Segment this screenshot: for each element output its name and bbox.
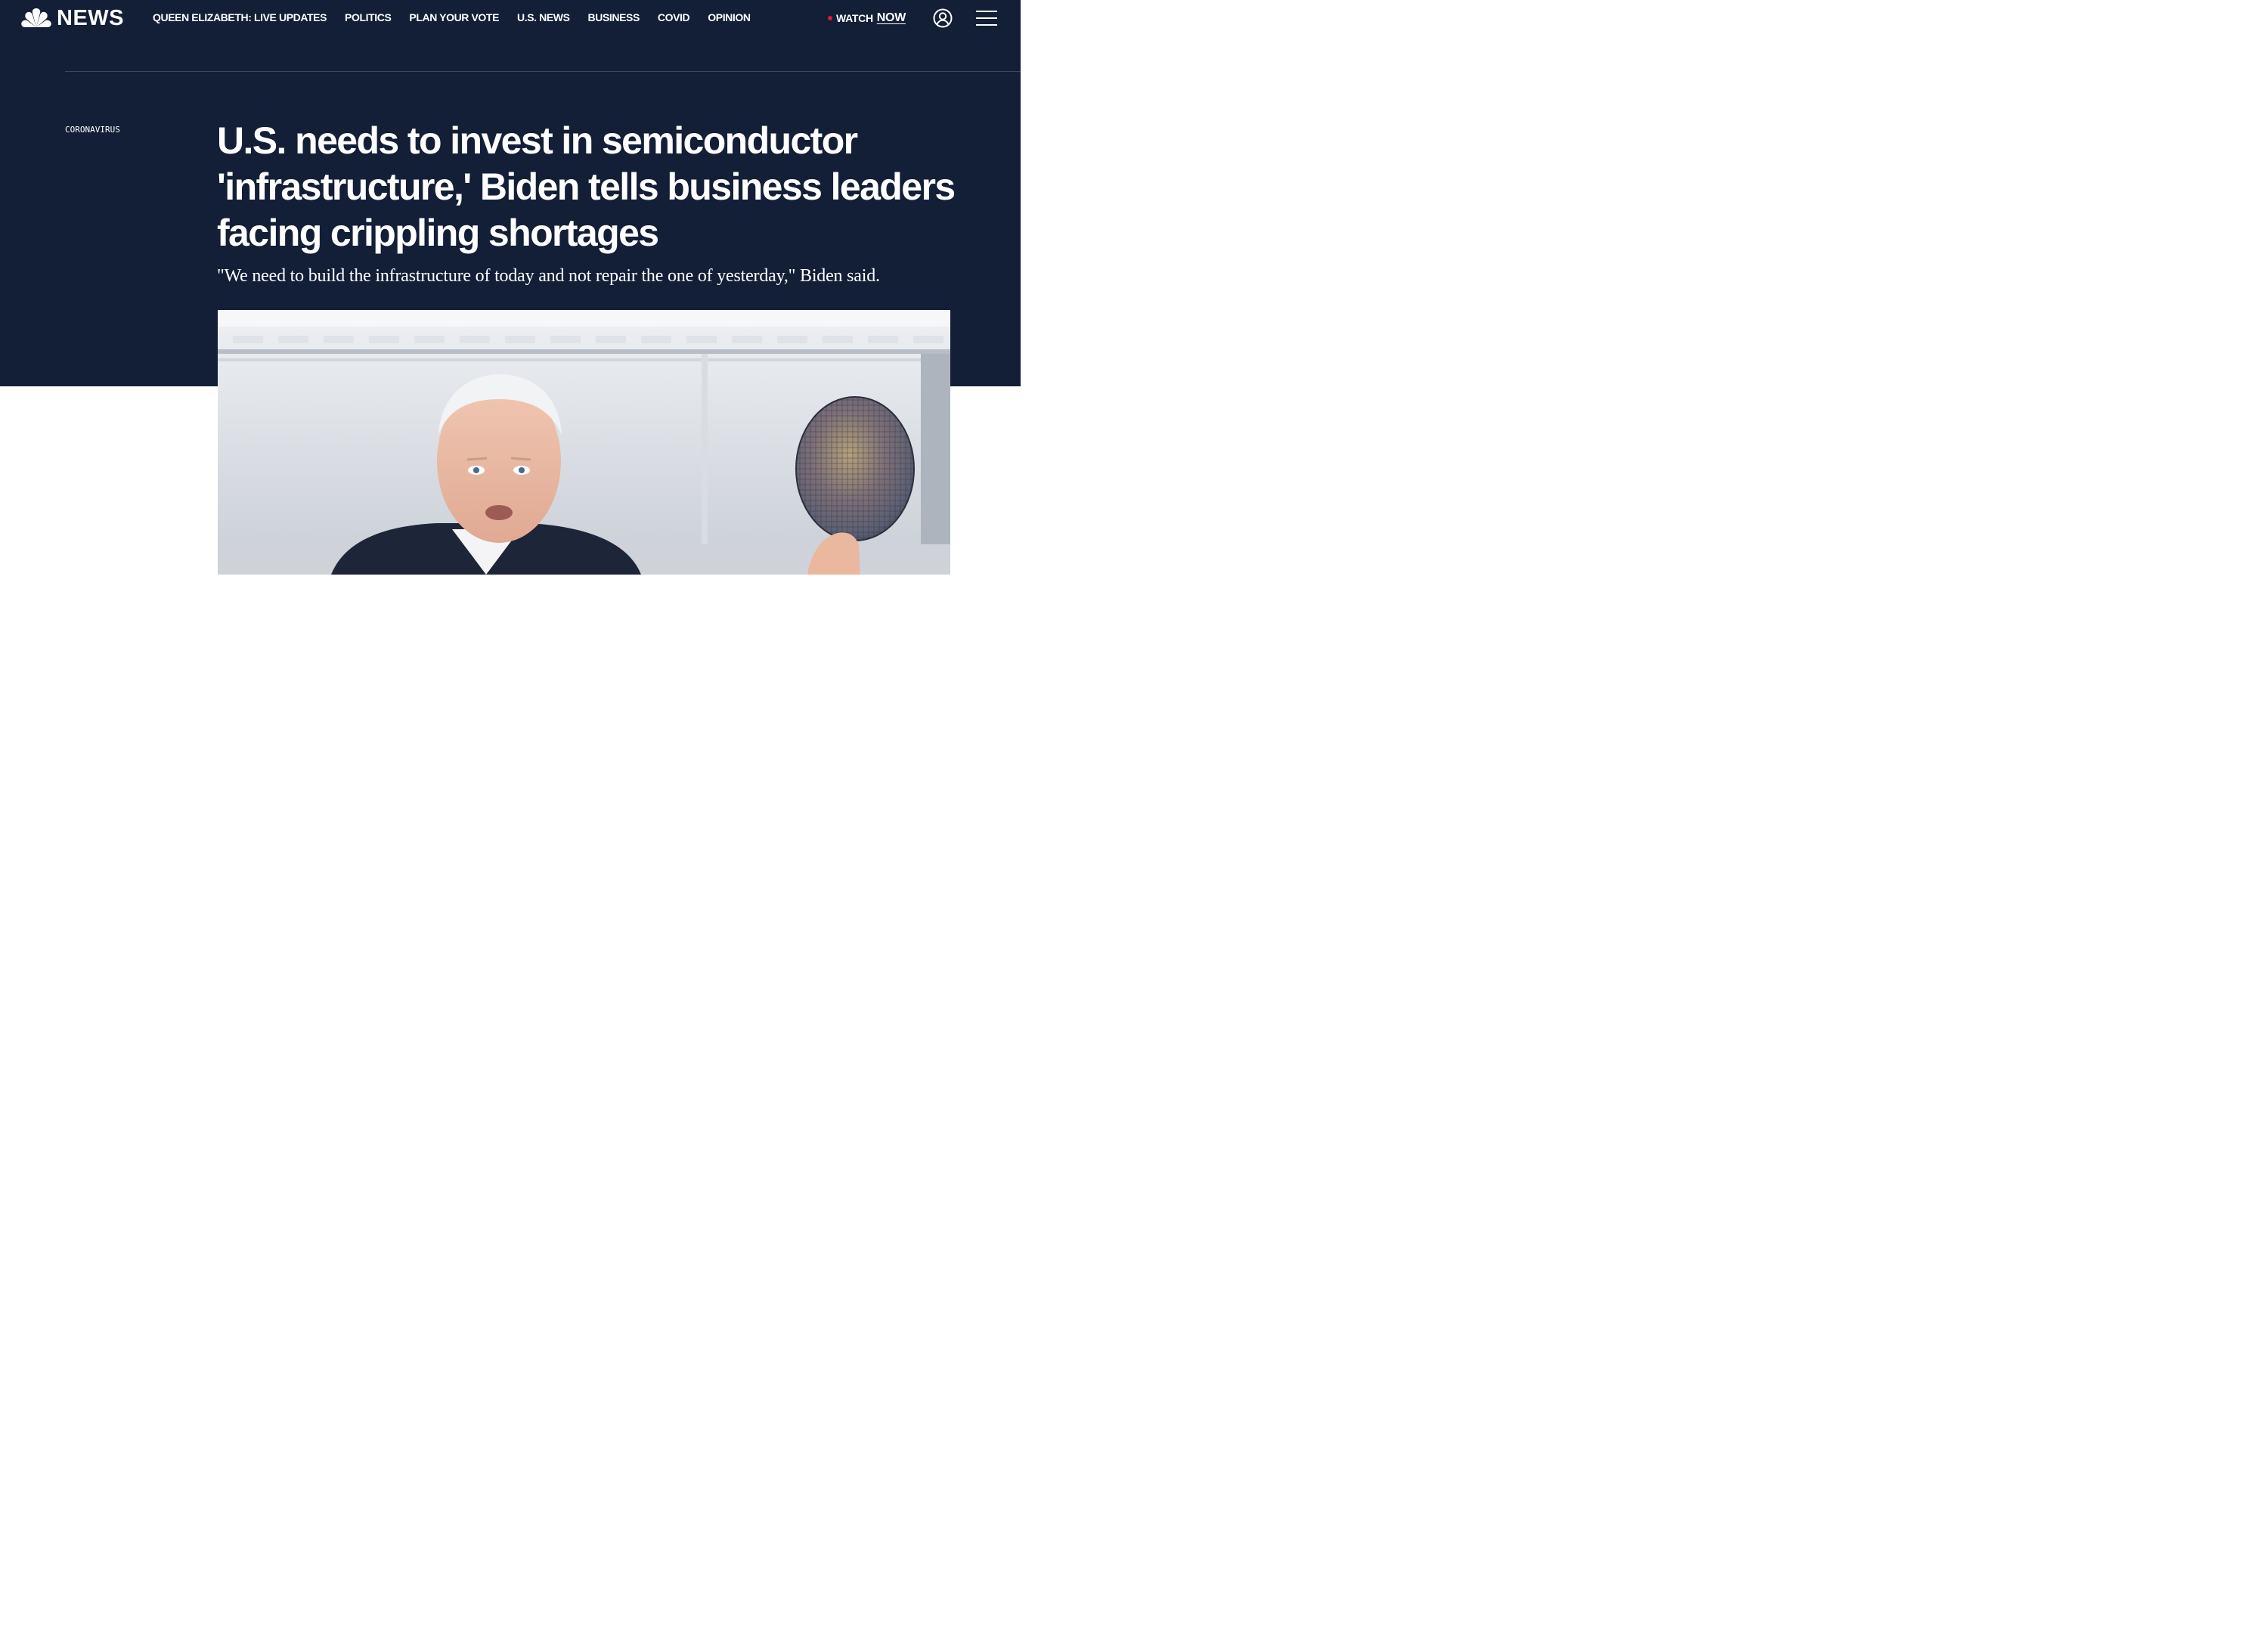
nav-item-business: BUSINESS <box>588 11 640 25</box>
nav-link-plan-your-vote[interactable]: PLAN YOUR VOTE <box>409 11 499 23</box>
nav-link-covid[interactable]: COVID <box>658 11 690 23</box>
hamburger-menu-icon[interactable] <box>976 9 997 27</box>
nav-item-us-news: U.S. NEWS <box>517 11 570 25</box>
nav-link-us-news[interactable]: U.S. NEWS <box>517 11 570 23</box>
account-icon[interactable] <box>933 8 953 28</box>
primary-nav: QUEEN ELIZABETH: LIVE UPDATES POLITICS P… <box>153 0 769 36</box>
top-navigation: NEWS QUEEN ELIZABETH: LIVE UPDATES POLIT… <box>0 0 1021 36</box>
nbc-news-logo[interactable]: NEWS <box>20 7 124 29</box>
nav-item-queen-elizabeth: QUEEN ELIZABETH: LIVE UPDATES <box>153 11 327 25</box>
section-label[interactable]: CORONAVIRUS <box>65 125 120 135</box>
news-wordmark: NEWS <box>57 6 124 30</box>
nav-link-business[interactable]: BUSINESS <box>588 11 640 23</box>
article-dek: "We need to build the infrastructure of … <box>217 266 880 286</box>
article-headline: U.S. needs to invest in semiconductor 'i… <box>217 119 956 254</box>
nav-link-opinion[interactable]: OPINION <box>708 11 751 23</box>
nav-link-queen-elizabeth[interactable]: QUEEN ELIZABETH: LIVE UPDATES <box>153 11 327 23</box>
nbc-peacock-icon <box>21 8 51 27</box>
header-divider <box>65 71 1021 72</box>
nav-item-politics: POLITICS <box>345 11 392 25</box>
nav-link-politics[interactable]: POLITICS <box>345 11 392 23</box>
nav-item-plan-your-vote: PLAN YOUR VOTE <box>409 11 499 25</box>
watch-label: WATCH <box>836 12 873 24</box>
nav-item-covid: COVID <box>658 11 690 25</box>
nav-item-opinion: OPINION <box>708 11 751 25</box>
hero-photo-illustration <box>218 310 950 575</box>
watch-now-link[interactable]: WATCH NOW <box>828 0 906 36</box>
watch-now-label: NOW <box>876 11 906 24</box>
hero-image <box>218 310 950 575</box>
page-viewport: NEWS QUEEN ELIZABETH: LIVE UPDATES POLIT… <box>0 0 1021 575</box>
live-dot-icon <box>828 16 832 20</box>
